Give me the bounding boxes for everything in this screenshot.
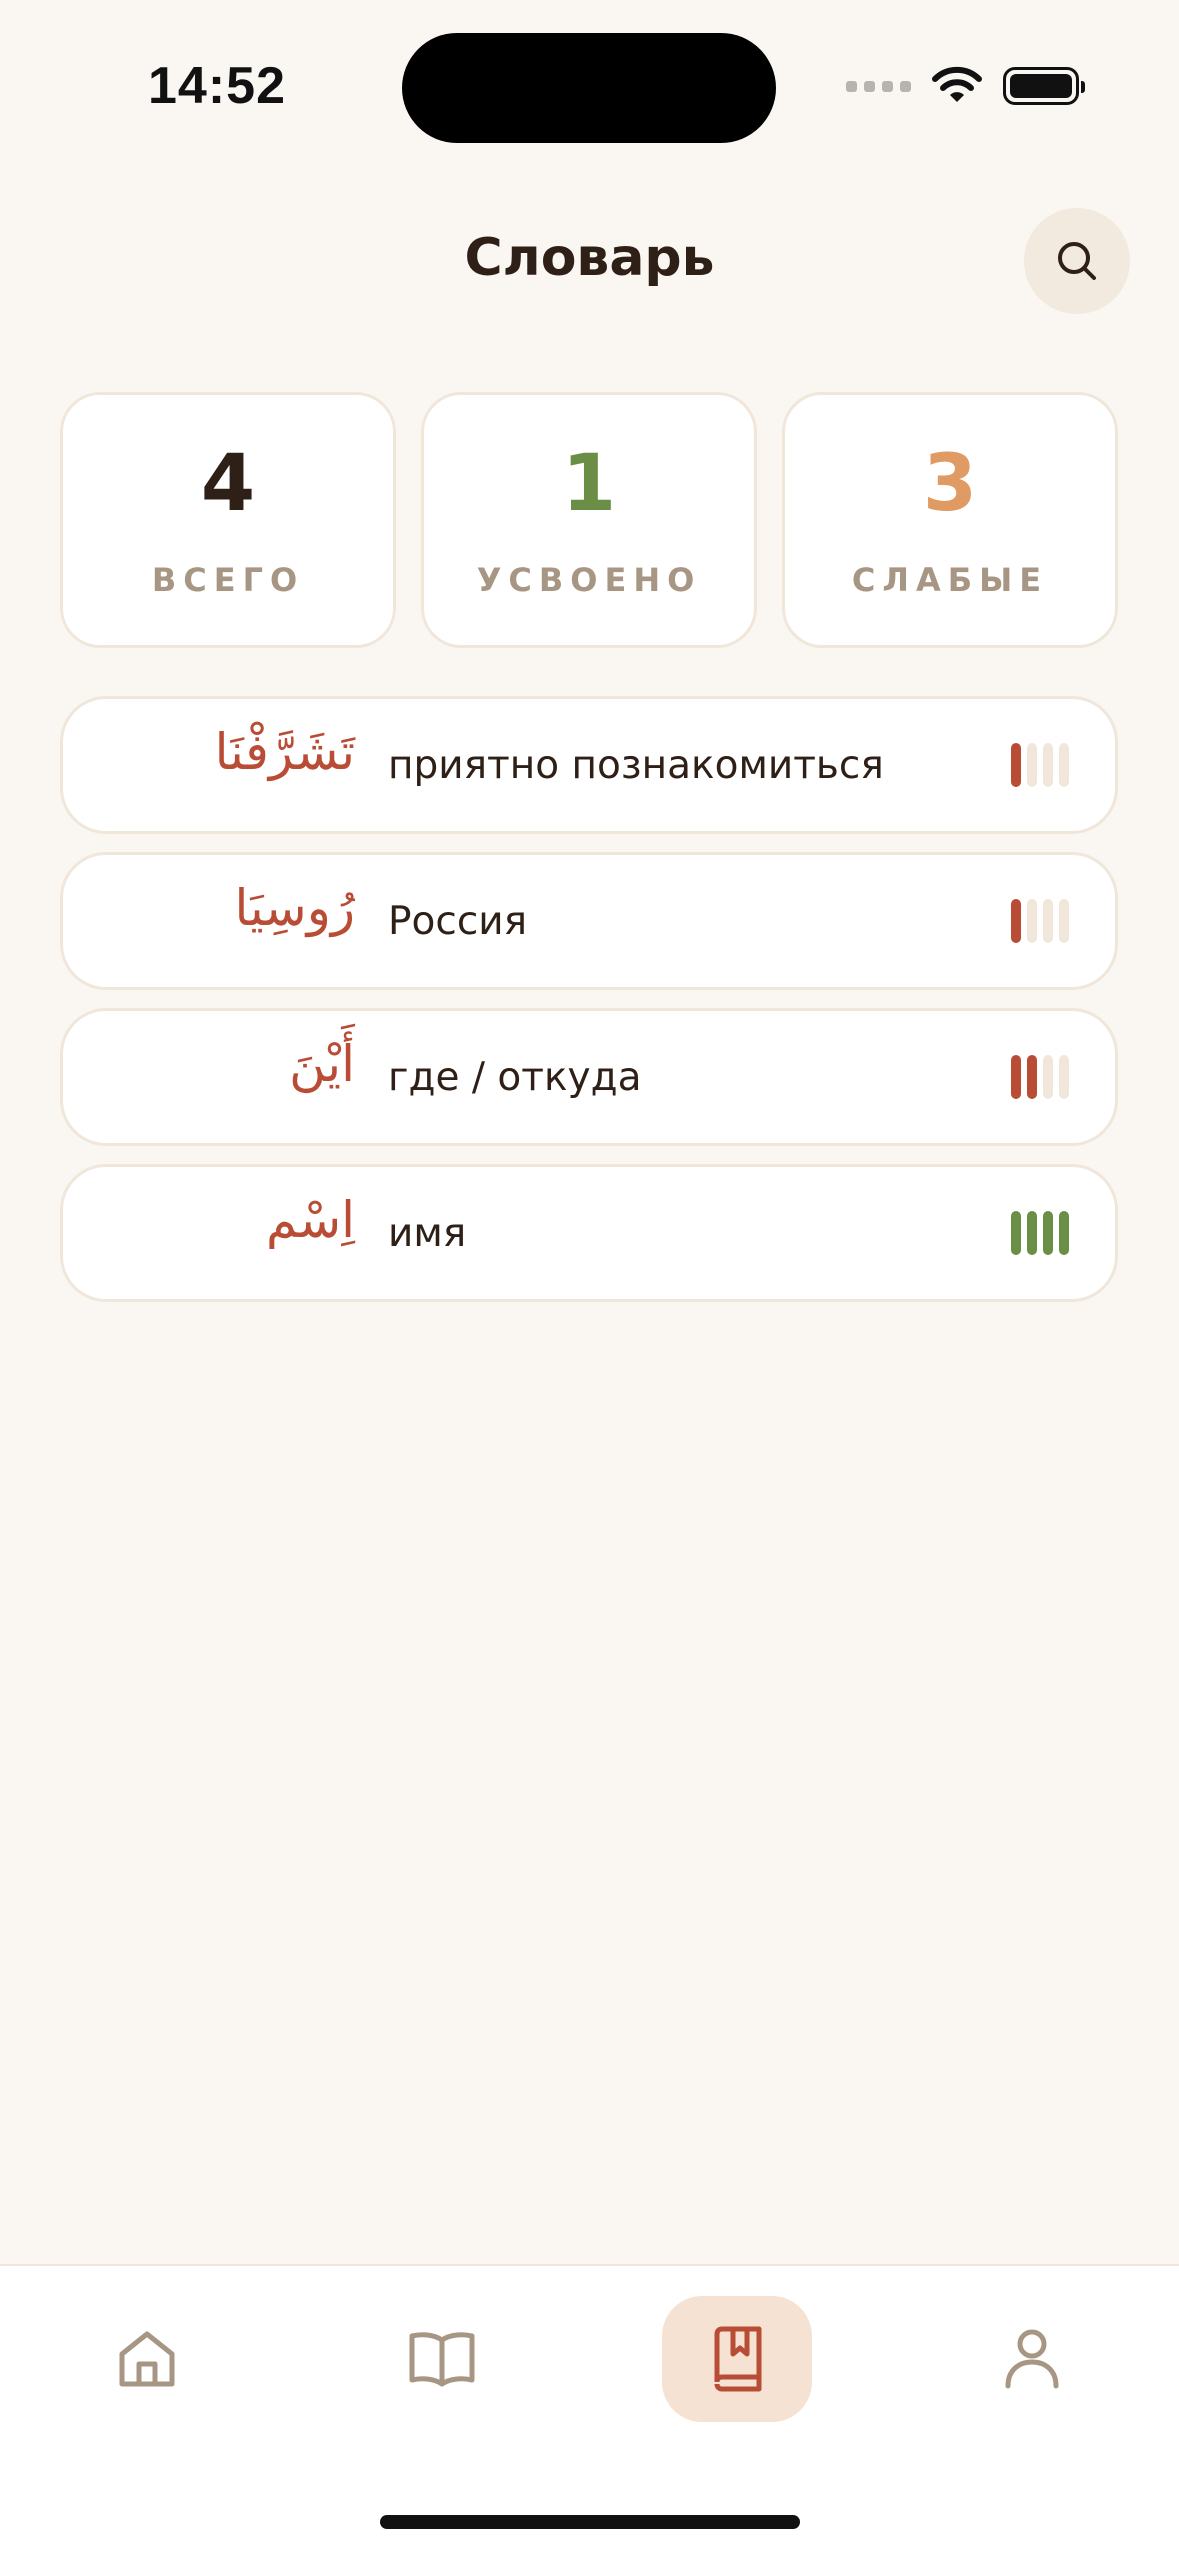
mastery-bar: [1011, 1211, 1021, 1255]
mastery-indicator: [1011, 1055, 1069, 1099]
mastery-bar: [1027, 899, 1037, 943]
stat-learned-label: УСВОЕНО: [476, 561, 702, 599]
word-arabic: اِسْم: [265, 1191, 355, 1249]
open-book-icon: [409, 2332, 475, 2387]
nav-item-profile[interactable]: [957, 2296, 1107, 2422]
mastery-indicator: [1011, 743, 1069, 787]
stat-total-label: ВСЕГО: [151, 561, 305, 599]
search-icon: [1058, 242, 1096, 280]
mastery-bar: [1011, 743, 1021, 787]
search-button[interactable]: [1024, 208, 1130, 314]
word-translation: Россия: [388, 899, 528, 944]
cellular-signal-icon: [846, 80, 911, 92]
mastery-bar: [1059, 743, 1069, 787]
mastery-indicator: [1011, 1211, 1069, 1255]
mastery-bar: [1043, 899, 1053, 943]
nav-item-dictionary[interactable]: [662, 2296, 812, 2422]
word-translation: приятно познакомиться: [388, 743, 884, 788]
mastery-bar: [1027, 1211, 1037, 1255]
mastery-bar: [1059, 1055, 1069, 1099]
stat-card-weak: 3 СЛАБЫЕ: [782, 392, 1118, 648]
word-translation: где / откуда: [388, 1055, 642, 1100]
stat-total-value: 4: [200, 439, 256, 529]
status-icons: [846, 66, 1085, 106]
mastery-bar: [1043, 1055, 1053, 1099]
wifi-icon: [932, 66, 982, 102]
battery-icon: [1003, 67, 1085, 105]
nav-item-home[interactable]: [72, 2296, 222, 2422]
stat-card-learned: 1 УСВОЕНО: [421, 392, 757, 648]
nav-item-lessons[interactable]: [367, 2296, 517, 2422]
word-arabic: رُوسِيَا: [234, 879, 355, 937]
word-arabic: تَشَرَّفْنَا: [214, 723, 355, 781]
stat-weak-value: 3: [922, 439, 978, 529]
profile-icon: [1005, 2329, 1059, 2389]
word-arabic: أَيْنَ: [289, 1035, 355, 1093]
mastery-bar: [1059, 1211, 1069, 1255]
page-title: Словарь: [464, 228, 715, 288]
bookmark-book-icon: [714, 2326, 762, 2392]
stat-learned-value: 1: [561, 439, 617, 529]
word-row[interactable]: رُوسِيَا Россия: [60, 852, 1118, 990]
stat-card-total: 4 ВСЕГО: [60, 392, 396, 648]
status-time: 14:52: [148, 57, 286, 115]
mastery-bar: [1059, 899, 1069, 943]
word-row[interactable]: أَيْنَ где / откуда: [60, 1008, 1118, 1146]
mastery-bar: [1011, 899, 1021, 943]
word-row[interactable]: اِسْم имя: [60, 1164, 1118, 1302]
mastery-bar: [1027, 1055, 1037, 1099]
home-icon: [119, 2331, 175, 2387]
dynamic-island: [402, 33, 776, 143]
stat-weak-label: СЛАБЫЕ: [851, 561, 1049, 599]
mastery-bar: [1027, 743, 1037, 787]
word-translation: имя: [388, 1211, 467, 1256]
word-row[interactable]: تَشَرَّفْنَا приятно познакомиться: [60, 696, 1118, 834]
home-indicator: [380, 2515, 800, 2529]
mastery-bar: [1043, 743, 1053, 787]
mastery-indicator: [1011, 899, 1069, 943]
mastery-bar: [1011, 1055, 1021, 1099]
mastery-bar: [1043, 1211, 1053, 1255]
bottom-nav: [0, 2264, 1179, 2556]
dictionary-screen: 14:52 Словарь 4 ВСЕГО 1 УСВОЕНО 3 СЛАБЫЕ…: [0, 0, 1179, 2556]
